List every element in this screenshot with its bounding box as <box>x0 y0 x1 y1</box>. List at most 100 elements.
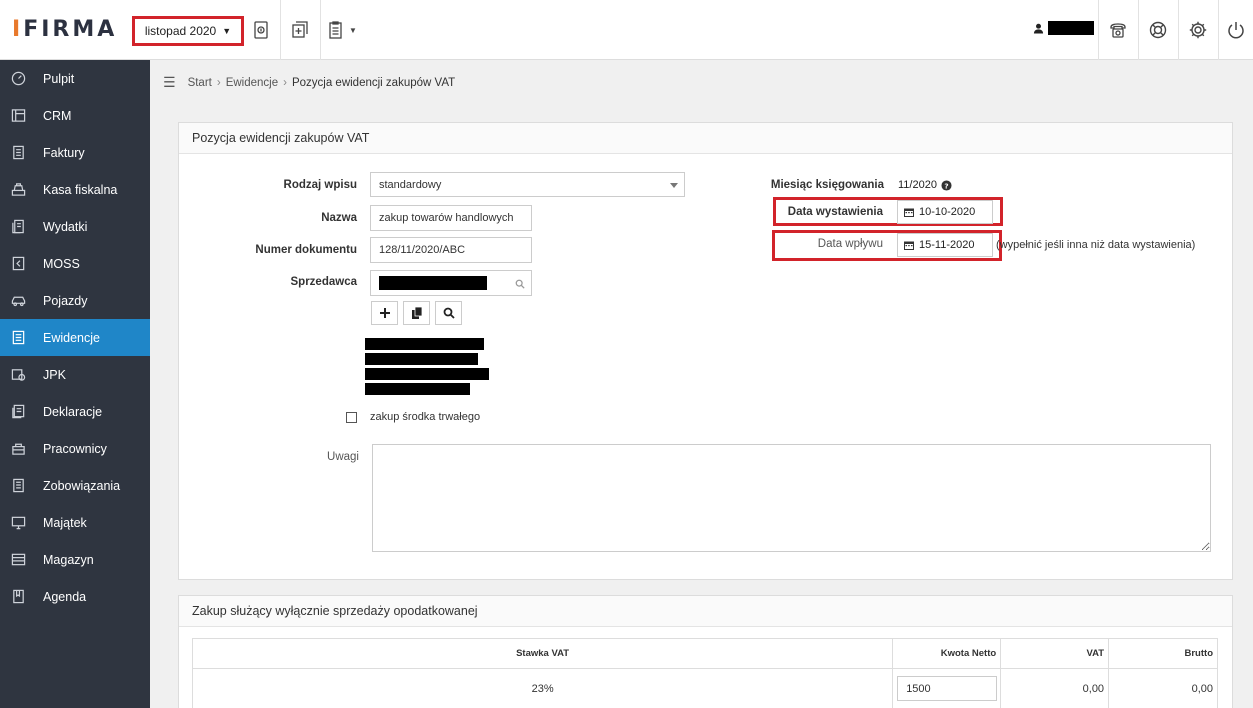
seller-address-redacted <box>365 368 489 380</box>
layout-icon <box>10 108 26 124</box>
data-wplywu-hint: (wypełnić jeśli inna niż data wystawieni… <box>996 239 1196 251</box>
search-seller-button[interactable] <box>435 301 462 325</box>
employees-icon <box>10 441 26 457</box>
agenda-icon <box>10 589 26 605</box>
copy-icon <box>411 307 422 319</box>
table-header-row: Stawka VAT Kwota Netto VAT Brutto <box>191 638 1218 669</box>
settings-gear-icon[interactable] <box>1179 0 1217 60</box>
seller-address-redacted <box>365 383 470 395</box>
breadcrumb: ☰ Start › Ewidencje › Pozycja ewidencji … <box>163 74 455 91</box>
nazwa-label: Nazwa <box>321 212 357 224</box>
period-selector[interactable]: listopad 2020 ▼ <box>132 16 244 46</box>
uwagi-label: Uwagi <box>327 451 359 463</box>
sidebar-item-magazyn[interactable]: Magazyn <box>0 541 150 578</box>
sidebar-item-zobowiazania[interactable]: Zobowiązania <box>0 467 150 504</box>
user-name-redacted <box>1048 21 1094 35</box>
help-lifebuoy-icon[interactable] <box>1139 0 1177 60</box>
vat-section-title: Zakup służący wyłącznie sprzedaży opodat… <box>179 596 1232 627</box>
sidebar-item-wydatki[interactable]: Wydatki <box>0 208 150 245</box>
sidebar-item-deklaracje[interactable]: Deklaracje <box>0 393 150 430</box>
data-wystawienia-input[interactable]: 10-10-2020 <box>897 200 993 224</box>
numer-dokumentu-label: Numer dokumentu <box>255 244 357 256</box>
numer-dokumentu-input[interactable]: 128/11/2020/ABC <box>370 237 532 263</box>
nazwa-input[interactable]: zakup towarów handlowych <box>370 205 532 231</box>
menu-toggle-icon[interactable]: ☰ <box>163 74 176 91</box>
data-wystawienia-label: Data wystawienia <box>787 206 883 218</box>
chevron-down-icon: ▼ <box>349 25 357 35</box>
logout-power-icon[interactable] <box>1219 0 1253 60</box>
assets-icon <box>10 515 26 531</box>
stawka-vat-header: Stawka VAT <box>191 638 894 669</box>
srodek-trwaly-checkbox[interactable] <box>346 412 357 423</box>
data-wplywu-input[interactable]: 15-11-2020 <box>897 233 993 257</box>
breadcrumb-ewidencje[interactable]: Ewidencje <box>226 77 278 89</box>
sidebar-item-pracownicy[interactable]: Pracownicy <box>0 430 150 467</box>
kwota-netto-header: Kwota Netto <box>892 638 1002 669</box>
ledger-icon <box>10 330 26 346</box>
miesiac-ksiegowania-label: Miesiąc księgowania <box>770 179 884 191</box>
sprzedawca-label: Sprzedawca <box>290 276 357 288</box>
sidebar-item-pojazdy[interactable]: Pojazdy <box>0 282 150 319</box>
seller-address-redacted <box>365 353 478 365</box>
period-label: listopad 2020 <box>144 24 217 38</box>
question-circle-icon[interactable]: ? <box>941 179 952 191</box>
seller-address-redacted <box>365 338 484 350</box>
kwota-netto-input[interactable]: 1500 <box>897 676 998 701</box>
expenses-icon <box>10 219 26 235</box>
sidebar-item-ewidencje[interactable]: Ewidencje <box>0 319 150 356</box>
sidebar-item-crm[interactable]: CRM <box>0 97 150 134</box>
sidebar: Pulpit CRM Faktury Kasa fiskalna Wydatki… <box>0 60 150 708</box>
sidebar-item-kasa-fiskalna[interactable]: Kasa fiskalna <box>0 171 150 208</box>
warehouse-icon <box>10 552 26 568</box>
sidebar-item-moss[interactable]: MOSS <box>0 245 150 282</box>
sidebar-item-agenda[interactable]: Agenda <box>0 578 150 615</box>
sales-register-icon[interactable] <box>242 0 280 60</box>
vat-table: Stawka VAT Kwota Netto VAT Brutto 23% 15… <box>191 638 1218 708</box>
seller-name-redacted <box>379 276 487 290</box>
brutto-header: Brutto <box>1108 638 1218 669</box>
sprzedawca-input[interactable] <box>370 270 532 296</box>
documents-menu-icon[interactable]: ▼ <box>323 0 361 60</box>
search-icon <box>443 307 455 319</box>
phone-icon[interactable] <box>1099 0 1137 60</box>
rodzaj-wpisu-label: Rodzaj wpisu <box>283 179 357 191</box>
sidebar-item-faktury[interactable]: Faktury <box>0 134 150 171</box>
user-icon <box>1033 23 1044 34</box>
car-icon <box>10 293 26 309</box>
chevron-down-icon: ▼ <box>222 26 232 36</box>
sidebar-item-majatek[interactable]: Majątek <box>0 504 150 541</box>
copy-seller-button[interactable] <box>403 301 430 325</box>
plus-icon <box>379 308 390 318</box>
jpk-icon <box>10 367 26 383</box>
top-bar: IFIRMA listopad 2020 ▼ ▼ <box>0 0 1253 60</box>
chevron-down-icon <box>670 183 678 188</box>
add-document-icon[interactable] <box>281 0 319 60</box>
stawka-vat-cell: 23% <box>191 668 894 708</box>
chevron-right-icon: › <box>216 76 221 89</box>
panel-title: Pozycja ewidencji zakupów VAT <box>179 123 1232 154</box>
breadcrumb-start[interactable]: Start <box>188 77 212 89</box>
calendar-icon <box>904 240 914 250</box>
add-seller-button[interactable] <box>371 301 398 325</box>
kwota-netto-cell: 1500 <box>892 668 1002 708</box>
breadcrumb-current: Pozycja ewidencji zakupów VAT <box>291 76 456 89</box>
rodzaj-wpisu-select[interactable]: standardowy <box>370 172 685 197</box>
miesiac-ksiegowania-value: 11/2020 ? <box>898 179 952 191</box>
data-wplywu-label: Data wpływu <box>817 238 883 250</box>
uwagi-textarea[interactable] <box>372 444 1211 552</box>
svg-text:?: ? <box>944 181 948 190</box>
declaration-icon <box>10 404 26 420</box>
user-menu[interactable] <box>1033 21 1094 35</box>
brutto-cell: 0,00 <box>1108 668 1218 708</box>
vat-header: VAT <box>1000 638 1110 669</box>
calendar-icon <box>904 207 914 217</box>
vat-cell: 0,00 <box>1000 668 1110 708</box>
sidebar-item-pulpit[interactable]: Pulpit <box>0 60 150 97</box>
srodek-trwaly-label: zakup środka trwałego <box>370 411 481 423</box>
search-icon <box>515 279 525 289</box>
moss-icon <box>10 256 26 272</box>
ifirma-logo[interactable]: IFIRMA <box>12 17 117 42</box>
cash-register-icon <box>10 182 26 198</box>
liabilities-icon <box>10 478 26 494</box>
sidebar-item-jpk[interactable]: JPK <box>0 356 150 393</box>
